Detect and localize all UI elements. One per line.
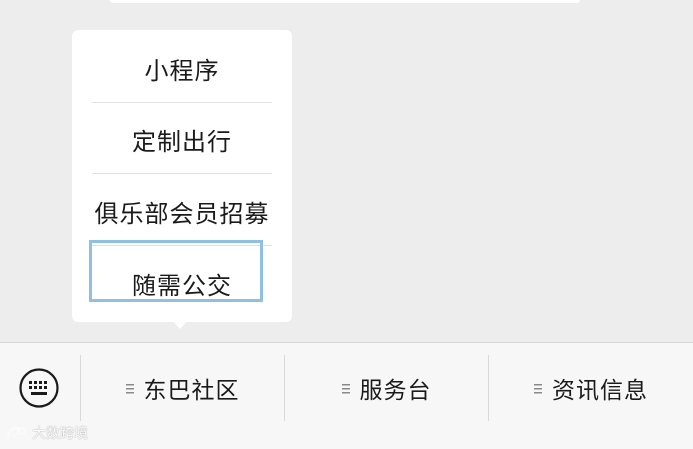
tab-dongba-community[interactable]: 东巴社区 — [81, 355, 284, 421]
menu-divider — [92, 173, 272, 174]
menu-item-mini-program[interactable]: 小程序 — [92, 32, 272, 104]
menu-item-custom-travel[interactable]: 定制出行 — [92, 103, 272, 175]
tab-label: 服务台 — [359, 378, 432, 404]
highlight-box — [89, 240, 263, 302]
tab-label: 东巴社区 — [143, 378, 240, 404]
popup-arrow — [172, 320, 188, 329]
tab-service-desk[interactable]: 服务台 — [285, 355, 488, 421]
menu-lines-icon — [534, 383, 544, 394]
watermark-logo-icon — [7, 426, 26, 440]
keyboard-icon — [19, 368, 59, 408]
tab-label: 资讯信息 — [552, 378, 648, 404]
top-input-strip — [110, 0, 580, 3]
tab-news-info[interactable]: 资讯信息 — [489, 355, 693, 421]
watermark-text: 大数跨境 — [32, 426, 88, 442]
keyboard-toggle-button[interactable] — [18, 367, 60, 409]
menu-item-club-recruit[interactable]: 俱乐部会员招募 — [92, 175, 272, 247]
watermark: 大数跨境 — [6, 424, 88, 442]
menu-lines-icon — [125, 383, 136, 394]
bottom-menu-bar: 东巴社区 服务台 资讯信息 — [0, 342, 693, 449]
menu-lines-icon — [341, 383, 352, 394]
